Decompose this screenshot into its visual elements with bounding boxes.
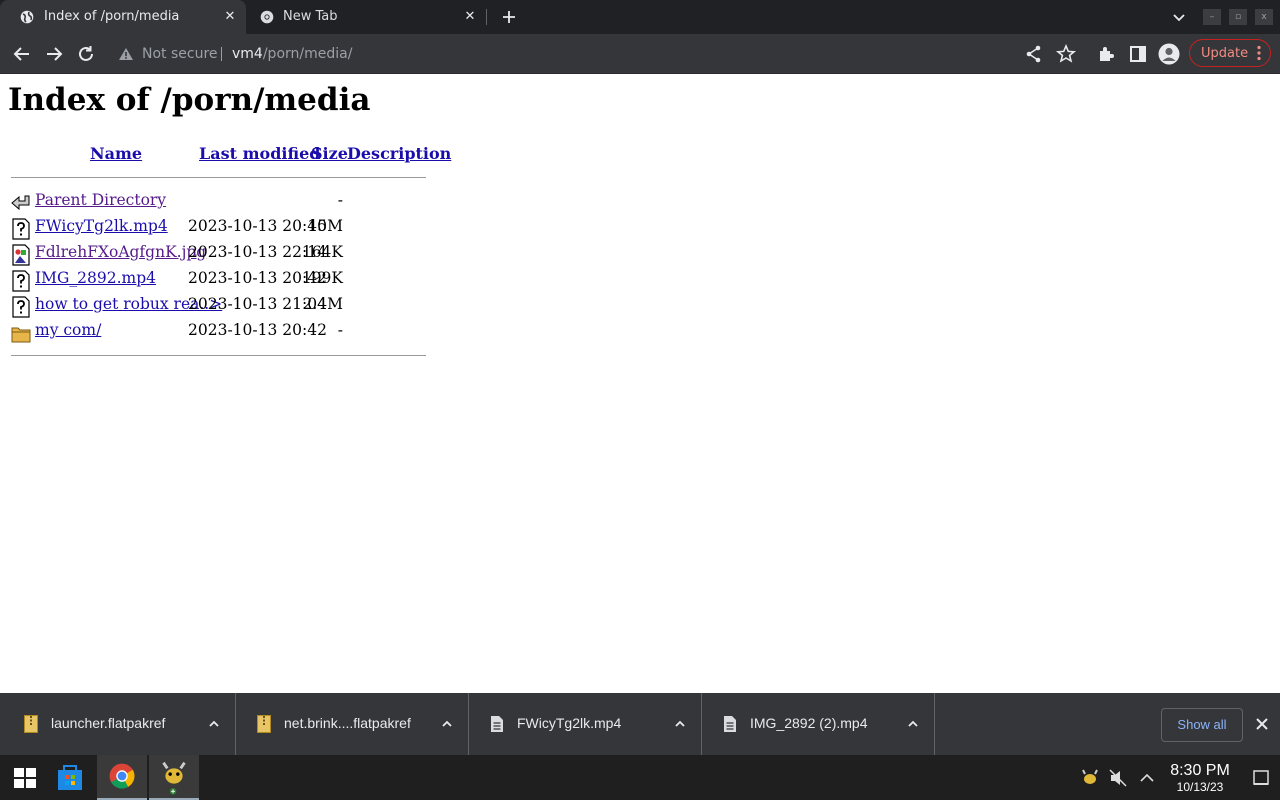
chevron-up-icon[interactable]: [441, 718, 453, 730]
clock-time: 8:30 PM: [1170, 762, 1230, 779]
side-panel-icon[interactable]: [1127, 43, 1149, 65]
os-taskbar: 8:30 PM 10/13/23: [0, 755, 1280, 800]
file-size: -: [337, 191, 343, 209]
page-title: Index of /porn/media: [8, 82, 371, 118]
close-tab-icon[interactable]: ✕: [462, 9, 478, 25]
column-header-name[interactable]: Name: [90, 144, 142, 163]
back-arrow-icon: [11, 195, 30, 211]
file-modified: 2023-10-13 20:40: [188, 217, 327, 235]
document-file-icon: [724, 716, 736, 732]
tab-strip: Index of /porn/media ✕ New Tab ✕ – ▫ x: [0, 0, 1280, 34]
speaker-muted-icon[interactable]: [1108, 768, 1128, 788]
download-item[interactable]: FWicyTg2lk.mp4: [468, 693, 702, 755]
column-header-description[interactable]: Description: [347, 144, 451, 163]
bookmark-star-icon[interactable]: [1055, 43, 1077, 65]
footer-rule: [11, 355, 426, 356]
chevron-up-icon[interactable]: [907, 718, 919, 730]
file-size: 164K: [301, 243, 343, 261]
file-link[interactable]: FWicyTg2lk.mp4: [35, 217, 168, 235]
file-modified: 2023-10-13 20:42: [188, 321, 327, 339]
extensions-icon[interactable]: [1095, 43, 1117, 65]
update-button[interactable]: Update: [1189, 39, 1271, 67]
header-rule: [11, 177, 426, 178]
file-link[interactable]: IMG_2892.mp4: [35, 269, 156, 287]
file-size: -: [337, 321, 343, 339]
tab-new-tab[interactable]: New Tab ✕: [248, 0, 486, 34]
list-item: FWicyTg2lk.mp4 2023-10-13 20:40 15M: [0, 216, 440, 240]
file-size: 15M: [307, 217, 343, 235]
download-bar: launcher.flatpakref net.brink....flatpak…: [0, 693, 1280, 755]
share-icon[interactable]: [1023, 43, 1045, 65]
tab-index-of-media[interactable]: Index of /porn/media ✕: [0, 0, 246, 34]
close-window-icon[interactable]: x: [1255, 9, 1273, 25]
store-icon[interactable]: [45, 755, 95, 800]
file-link[interactable]: Parent Directory: [35, 191, 166, 209]
url-path: /porn/media/: [262, 46, 353, 62]
chevron-up-icon[interactable]: [208, 718, 220, 730]
browser-toolbar: Not secure vm4/porn/media/ Update: [0, 34, 1280, 74]
chrome-icon: [260, 10, 274, 24]
security-label[interactable]: Not secure: [142, 46, 218, 62]
list-item: how to get robux rea..> 2023-10-13 21:04…: [0, 294, 440, 318]
warning-icon[interactable]: [118, 47, 134, 61]
download-item[interactable]: net.brink....flatpakref: [235, 693, 469, 755]
archive-file-icon: [24, 715, 38, 733]
omnibox-divider: [221, 47, 222, 61]
url-text[interactable]: vm4/porn/media/: [232, 46, 352, 62]
download-filename: launcher.flatpakref: [51, 715, 166, 731]
list-item: FdlrehFXoAgfgnK.jpg 2023-10-13 22:14 164…: [0, 242, 440, 266]
tab-title: Index of /porn/media: [44, 9, 180, 24]
update-label: Update: [1201, 46, 1249, 61]
list-item: my com/ 2023-10-13 20:42 -: [0, 320, 440, 344]
address-bar[interactable]: Not secure vm4/porn/media/: [112, 38, 1005, 70]
url-host: vm4: [232, 46, 263, 62]
download-item[interactable]: launcher.flatpakref: [2, 693, 236, 755]
show-all-button[interactable]: Show all: [1161, 708, 1243, 742]
close-icon[interactable]: [1254, 716, 1270, 732]
tab-title: New Tab: [283, 9, 338, 24]
maximize-icon[interactable]: ▫: [1229, 9, 1247, 25]
archive-file-icon: [257, 715, 271, 733]
folder-icon: [11, 327, 31, 343]
column-header-size[interactable]: Size: [311, 144, 348, 163]
forward-icon[interactable]: [43, 43, 65, 65]
reload-icon[interactable]: [75, 43, 97, 65]
notification-icon[interactable]: [1251, 768, 1271, 788]
download-item[interactable]: IMG_2892 (2).mp4: [701, 693, 935, 755]
chevron-up-icon[interactable]: [674, 718, 686, 730]
start-menu-icon[interactable]: [0, 755, 50, 800]
unknown-file-icon: [12, 218, 30, 240]
unknown-file-icon: [12, 270, 30, 292]
app-mascot-icon[interactable]: [149, 755, 199, 800]
file-size: 199K: [301, 269, 343, 287]
chevron-down-icon[interactable]: [1171, 9, 1187, 25]
unknown-file-icon: [12, 296, 30, 318]
image-file-icon: [12, 244, 30, 266]
profile-avatar-icon[interactable]: [1158, 43, 1180, 65]
document-file-icon: [491, 716, 503, 732]
back-icon[interactable]: [11, 43, 33, 65]
tray-app-icon[interactable]: [1080, 768, 1100, 788]
file-link[interactable]: FdlrehFXoAgfgnK.jpg: [35, 243, 206, 261]
list-item: Parent Directory -: [0, 190, 440, 214]
list-item: IMG_2892.mp4 2023-10-13 20:42 199K: [0, 268, 440, 292]
download-filename: FWicyTg2lk.mp4: [517, 715, 622, 731]
system-clock[interactable]: 8:30 PM 10/13/23: [1162, 762, 1238, 794]
chrome-taskbar-icon[interactable]: [97, 755, 147, 800]
more-vert-icon: [1257, 45, 1261, 61]
close-tab-icon[interactable]: ✕: [222, 9, 238, 25]
file-link[interactable]: my com/: [35, 321, 101, 339]
download-filename: net.brink....flatpakref: [284, 715, 411, 731]
column-header-last-modified[interactable]: Last modified: [199, 144, 320, 163]
new-tab-icon[interactable]: [499, 7, 519, 27]
globe-icon: [20, 10, 34, 24]
minimize-icon[interactable]: –: [1203, 9, 1221, 25]
tab-divider: [486, 9, 487, 25]
chevron-up-tray-icon[interactable]: [1137, 768, 1157, 788]
page-content: Index of /porn/media Name Last modified …: [0, 74, 1280, 693]
file-size: 2.4M: [302, 295, 343, 313]
clock-date: 10/13/23: [1176, 780, 1224, 794]
download-filename: IMG_2892 (2).mp4: [750, 715, 868, 731]
